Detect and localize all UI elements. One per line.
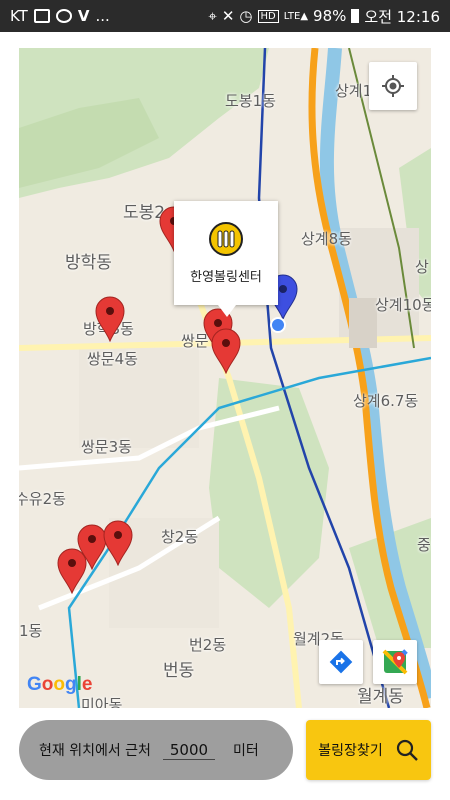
directions-button[interactable] [319, 640, 363, 684]
battery-percent: 98% [313, 7, 347, 25]
map-label: 도봉1동 [225, 92, 276, 110]
info-window-title: 한영볼링센터 [190, 269, 262, 285]
map-label: 중 [417, 536, 431, 554]
bowling-pins-icon [209, 221, 243, 256]
my-location-button[interactable] [369, 62, 417, 110]
bowling-alley-marker[interactable] [95, 296, 125, 342]
alarm-icon: ◷ [239, 7, 253, 25]
map-label: 월계동 [357, 687, 404, 707]
distance-search-bar: 현재 위치에서 근처 5000 미터 [19, 720, 293, 780]
map-label: 미아동 [81, 696, 123, 708]
status-bar: KT V ... ⌖ ✕ ◷ HD LTE▲ 98% 오전 12:16 [0, 0, 450, 32]
map-label: 상계6.7동 [353, 392, 419, 410]
carrier-label: KT [10, 7, 28, 25]
google-maps-icon [382, 649, 408, 675]
map-label: 1동 [19, 622, 43, 640]
map-label: 창2동 [161, 528, 199, 546]
my-location-dot [270, 317, 286, 333]
lte-signal-icon: LTE▲ [283, 10, 309, 22]
map-label: 번2동 [189, 636, 227, 654]
directions-icon [329, 650, 353, 674]
talk-icon [55, 9, 72, 23]
distance-prefix-label: 현재 위치에서 근처 [39, 743, 151, 759]
bowling-alley-marker[interactable] [57, 548, 87, 594]
location-icon: ⌖ [208, 7, 217, 25]
map-label: 쌍문3동 [81, 438, 132, 456]
map-label: 상계10동 [375, 296, 431, 314]
map-view[interactable]: 상계1동 도봉1동 도봉2 방학동 상계8동 상계10동 상 방학3동 쌍문4동… [19, 48, 431, 708]
map-label: 상 [415, 258, 429, 276]
hd-icon: HD [257, 9, 279, 23]
map-label: 상계8동 [301, 230, 352, 248]
battery-icon [351, 9, 360, 23]
map-label: 방학동 [65, 253, 112, 273]
map-label: 번동 [163, 661, 195, 681]
find-bowling-label: 볼링장찾기 [318, 743, 383, 759]
map-label: 수유2동 [19, 490, 66, 508]
my-location-icon [382, 75, 404, 97]
search-icon [396, 739, 418, 761]
marker-info-window[interactable]: 한영볼링센터 [174, 201, 278, 317]
find-bowling-button[interactable]: 볼링장찾기 [306, 720, 431, 780]
bottom-bar: 현재 위치에서 근처 5000 미터 볼링장찾기 [0, 712, 450, 800]
map-label: 쌍문4동 [87, 350, 138, 368]
distance-unit-label: 미터 [232, 743, 259, 759]
mute-icon: ✕ [221, 7, 235, 25]
open-google-maps-button[interactable] [373, 640, 417, 684]
v3-icon: V [77, 7, 90, 25]
bowling-alley-marker[interactable] [103, 520, 133, 566]
gallery-icon [33, 9, 50, 23]
bowling-alley-marker[interactable] [211, 328, 241, 374]
distance-input[interactable]: 5000 [162, 741, 215, 760]
clock: 오전 12:16 [364, 7, 440, 26]
google-logo: Google [27, 674, 93, 695]
more-notifications: ... [95, 7, 110, 25]
map-base [19, 48, 431, 708]
